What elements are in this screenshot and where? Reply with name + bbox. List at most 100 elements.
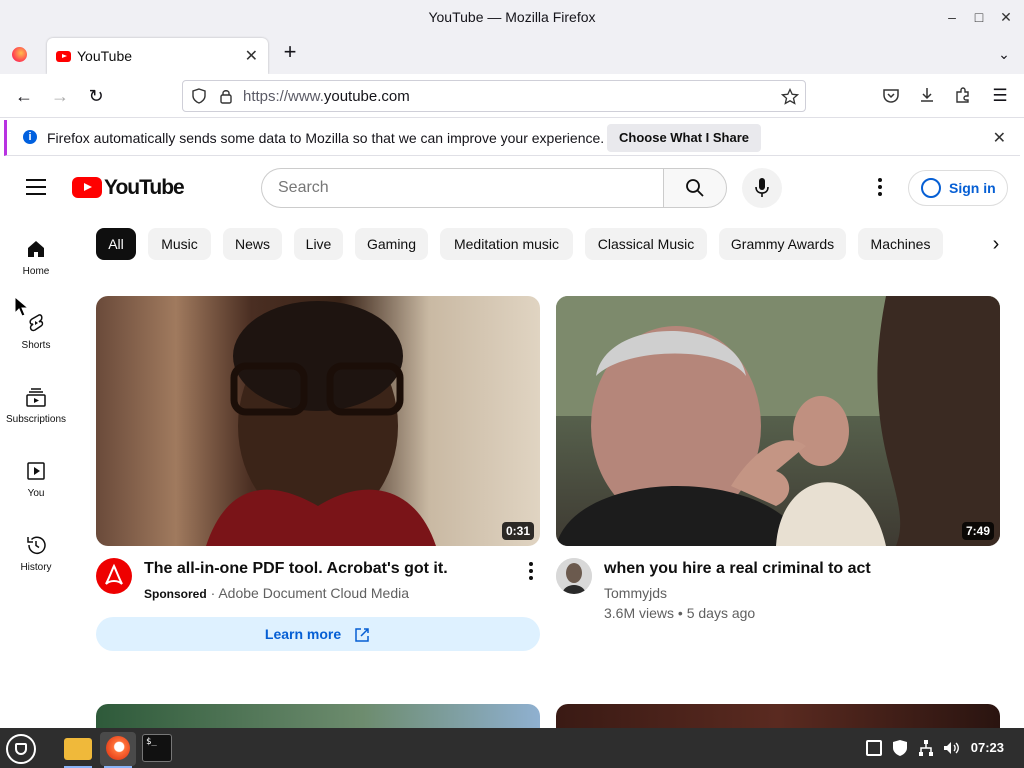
user-avatar-icon	[921, 178, 941, 198]
channel-avatar[interactable]	[556, 558, 592, 594]
video-thumbnail[interactable]: 7:49	[556, 296, 1000, 546]
sidebar-item-home[interactable]: Home	[0, 238, 72, 302]
history-icon	[27, 536, 46, 554]
notification-bar: i Firefox automatically sends some data …	[4, 120, 1020, 156]
url-bar[interactable]: https://www.youtube.com	[182, 80, 806, 112]
sidebar-item-history[interactable]: History	[0, 534, 72, 598]
channel-name[interactable]: Tommyjds	[604, 585, 667, 601]
sign-in-button[interactable]: Sign in	[908, 170, 1008, 206]
downloads-icon[interactable]	[918, 86, 936, 104]
reload-icon[interactable]: ↻	[84, 84, 108, 108]
volume-tray-icon[interactable]	[942, 739, 960, 757]
forward-arrow-icon[interactable]: →	[48, 84, 72, 108]
acrobat-logo-icon	[105, 563, 123, 585]
minimize-icon[interactable]: –	[944, 9, 960, 25]
sponsored-badge: Sponsored	[144, 587, 207, 601]
microphone-icon	[755, 178, 769, 197]
video-thumbnail[interactable]	[556, 704, 1000, 728]
maximize-icon[interactable]: □	[971, 9, 987, 25]
extensions-puzzle-icon[interactable]	[954, 86, 972, 104]
sidebar-item-label: Shorts	[21, 340, 51, 351]
sidebar-item-shorts[interactable]: Shorts	[0, 312, 72, 376]
thumbnail-image	[206, 301, 436, 546]
youtube-favicon-icon	[56, 51, 71, 62]
info-icon: i	[23, 130, 37, 144]
navigation-bar: ← → ↻ https://www.youtube.com ☰	[0, 74, 1024, 118]
taskbar-clock[interactable]: 07:23	[971, 740, 1004, 755]
clipboard-tray-icon[interactable]	[866, 740, 882, 756]
files-folder-icon[interactable]	[60, 732, 96, 768]
channel-avatar[interactable]	[96, 558, 132, 594]
youtube-logo-icon[interactable]	[72, 177, 102, 198]
video-thumbnail[interactable]	[96, 704, 540, 728]
window-title: YouTube — Mozilla Firefox	[428, 9, 596, 25]
firefox-taskbar-icon[interactable]	[100, 732, 136, 768]
youtube-header: YouTube Search Sign in	[0, 160, 1024, 216]
bookmark-star-icon[interactable]	[781, 88, 799, 106]
chip-live[interactable]: Live	[294, 228, 343, 260]
notification-close-icon[interactable]: ✕	[993, 128, 1006, 148]
subscriptions-icon	[26, 388, 46, 407]
channel-avatar-image	[556, 558, 592, 594]
lock-icon[interactable]	[219, 88, 233, 104]
sidebar-item-label: Home	[22, 266, 50, 277]
start-menu-icon[interactable]	[6, 734, 36, 764]
network-tray-icon[interactable]	[918, 739, 934, 757]
shield-icon[interactable]	[191, 88, 207, 104]
url-text[interactable]: https://www.youtube.com	[243, 88, 410, 105]
tab-youtube[interactable]: YouTube ✕	[47, 38, 268, 74]
chip-scroll-right-icon[interactable]: ›	[984, 232, 1008, 256]
notification-message: Firefox automatically sends some data to…	[47, 130, 605, 146]
video-title[interactable]: when you hire a real criminal to act	[604, 560, 871, 578]
voice-search-button[interactable]	[742, 168, 782, 208]
new-tab-icon[interactable]: +	[280, 41, 300, 63]
app-menu-hamburger-icon[interactable]: ☰	[988, 84, 1012, 108]
tab-close-icon[interactable]: ✕	[245, 46, 258, 66]
video-menu-kebab-icon[interactable]	[524, 560, 538, 580]
home-icon	[28, 241, 44, 257]
video-meta: Sponsored · Adobe Document Cloud Media	[144, 585, 409, 601]
firefox-view-icon[interactable]	[12, 47, 27, 62]
video-duration: 7:49	[961, 522, 994, 540]
list-tabs-chevron-icon[interactable]: ⌄	[994, 44, 1014, 64]
sidebar-item-subscriptions[interactable]: Subscriptions	[0, 386, 72, 450]
close-window-icon[interactable]: ✕	[998, 9, 1014, 25]
tab-bar: YouTube ✕ + ⌄	[0, 34, 1024, 74]
terminal-icon[interactable]: $_	[142, 734, 172, 762]
settings-kebab-icon[interactable]	[872, 178, 888, 198]
chip-news[interactable]: News	[223, 228, 282, 260]
chip-all[interactable]: All	[96, 228, 136, 260]
learn-more-button[interactable]: Learn more	[96, 617, 540, 651]
guide-menu-icon[interactable]	[26, 179, 46, 195]
shield-tray-icon[interactable]	[892, 739, 908, 757]
youtube-wordmark[interactable]: YouTube	[104, 176, 185, 200]
chip-meditation-music[interactable]: Meditation music	[440, 228, 573, 260]
chip-classical-music[interactable]: Classical Music	[585, 228, 707, 260]
thumbnail-image	[556, 296, 1000, 546]
search-icon	[686, 179, 704, 197]
sidebar-item-label: History	[20, 562, 52, 573]
sign-in-label: Sign in	[949, 180, 996, 196]
chip-music[interactable]: Music	[148, 228, 211, 260]
search-input[interactable]: Search	[261, 168, 664, 208]
chip-grammy-awards[interactable]: Grammy Awards	[719, 228, 846, 260]
your-videos-icon	[27, 462, 45, 480]
video-stats: 3.6M views • 5 days ago	[604, 605, 756, 621]
chip-machines[interactable]: Machines	[858, 228, 943, 260]
taskbar: $_ 07:23	[0, 728, 1024, 768]
sidebar-item-label: Subscriptions	[5, 414, 67, 425]
choose-what-i-share-button[interactable]: Choose What I Share	[607, 124, 762, 152]
tab-label: YouTube	[77, 48, 133, 64]
back-arrow-icon[interactable]: ←	[12, 84, 36, 108]
sidebar-item-you[interactable]: You	[0, 460, 72, 524]
sidebar-item-label: You	[27, 488, 45, 499]
channel-name[interactable]: Adobe Document Cloud Media	[218, 585, 409, 601]
video-title[interactable]: The all-in-one PDF tool. Acrobat's got i…	[144, 560, 448, 578]
chip-bar: All Music News Live Gaming Meditation mu…	[96, 228, 1016, 260]
mouse-cursor-icon	[14, 296, 30, 317]
chip-gaming[interactable]: Gaming	[355, 228, 428, 260]
window-titlebar: YouTube — Mozilla Firefox – □ ✕	[0, 0, 1024, 34]
search-button[interactable]	[663, 168, 727, 208]
video-thumbnail[interactable]: 0:31	[96, 296, 540, 546]
pocket-icon[interactable]	[882, 87, 900, 105]
